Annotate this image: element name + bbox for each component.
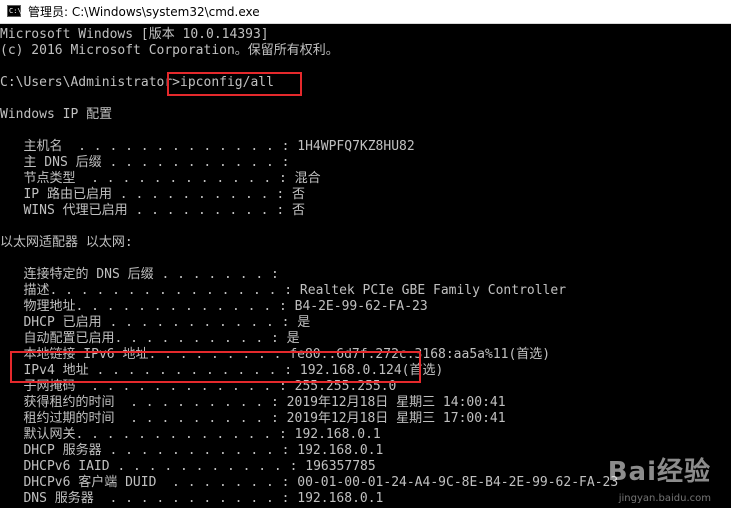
console-line: IP 路由已启用 . . . . . . . . . . : 否 (0, 187, 305, 202)
cmd-window: C:\ 管理员: C:\Windows\system32\cmd.exe Mic… (0, 0, 731, 508)
console-line: 子网掩码 . . . . . . . . . . . . : 255.255.2… (0, 379, 397, 394)
console-line: Microsoft Windows [版本 10.0.14393] (0, 27, 269, 42)
window-title: 管理员: C:\Windows\system32\cmd.exe (28, 5, 260, 19)
console-line: DHCP 服务器 . . . . . . . . . . . : 192.168… (0, 443, 384, 458)
console-line: 节点类型 . . . . . . . . . . . . : 混合 (0, 171, 321, 186)
console-line: DNS 服务器 . . . . . . . . . . . : 192.168.… (0, 491, 384, 506)
command-line: C:\Users\Administrator>ipconfig/all (0, 75, 274, 90)
console-line: 租约过期的时间 . . . . . . . . . : 2019年12月18日 … (0, 411, 506, 426)
console-line: 获得租约的时间 . . . . . . . . . : 2019年12月18日 … (0, 395, 506, 410)
console-line: DHCPv6 IAID . . . . . . . . . . . : 1963… (0, 459, 376, 474)
watermark-logo: Bai经验 (608, 451, 711, 488)
console-line: 本地链接 IPv6 地址. . . . . . . . : fe80::6d7f… (0, 347, 551, 362)
console-line: DHCP 已启用 . . . . . . . . . . . : 是 (0, 315, 311, 330)
console-line: DHCPv6 客户端 DUID . . . . . . . : 00-01-00… (0, 475, 619, 490)
cmd-app-icon: C:\ (7, 5, 22, 17)
console-line: (c) 2016 Microsoft Corporation。保留所有权利。 (0, 43, 339, 58)
section-heading: Windows IP 配置 (0, 107, 113, 122)
console-line: 连接特定的 DNS 后缀 . . . . . . . : (0, 267, 279, 282)
console-line: 默认网关. . . . . . . . . . . . . : 192.168.… (0, 427, 381, 442)
console-line: 描述. . . . . . . . . . . . . . . : Realte… (0, 283, 567, 298)
console-line: WINS 代理已启用 . . . . . . . . . : 否 (0, 203, 305, 218)
console-line: 主 DNS 后缀 . . . . . . . . . . . : (0, 155, 290, 170)
watermark-url: jingyan.baidu.com (618, 493, 711, 504)
console-line: 物理地址. . . . . . . . . . . . . : B4-2E-99… (0, 299, 428, 314)
title-bar[interactable]: C:\ 管理员: C:\Windows\system32\cmd.exe (0, 0, 731, 24)
watermark-brand: Bai经验 (607, 457, 711, 487)
console-line: 主机名 . . . . . . . . . . . . . : 1H4WPFQ7… (0, 139, 415, 154)
console-line: 自动配置已启用. . . . . . . . . . : 是 (0, 331, 300, 346)
ipv4-line: IPv4 地址 . . . . . . . . . . . . : 192.16… (0, 363, 444, 378)
section-heading: 以太网适配器 以太网: (0, 235, 133, 250)
console-output[interactable]: Microsoft Windows [版本 10.0.14393] (c) 20… (0, 24, 731, 508)
